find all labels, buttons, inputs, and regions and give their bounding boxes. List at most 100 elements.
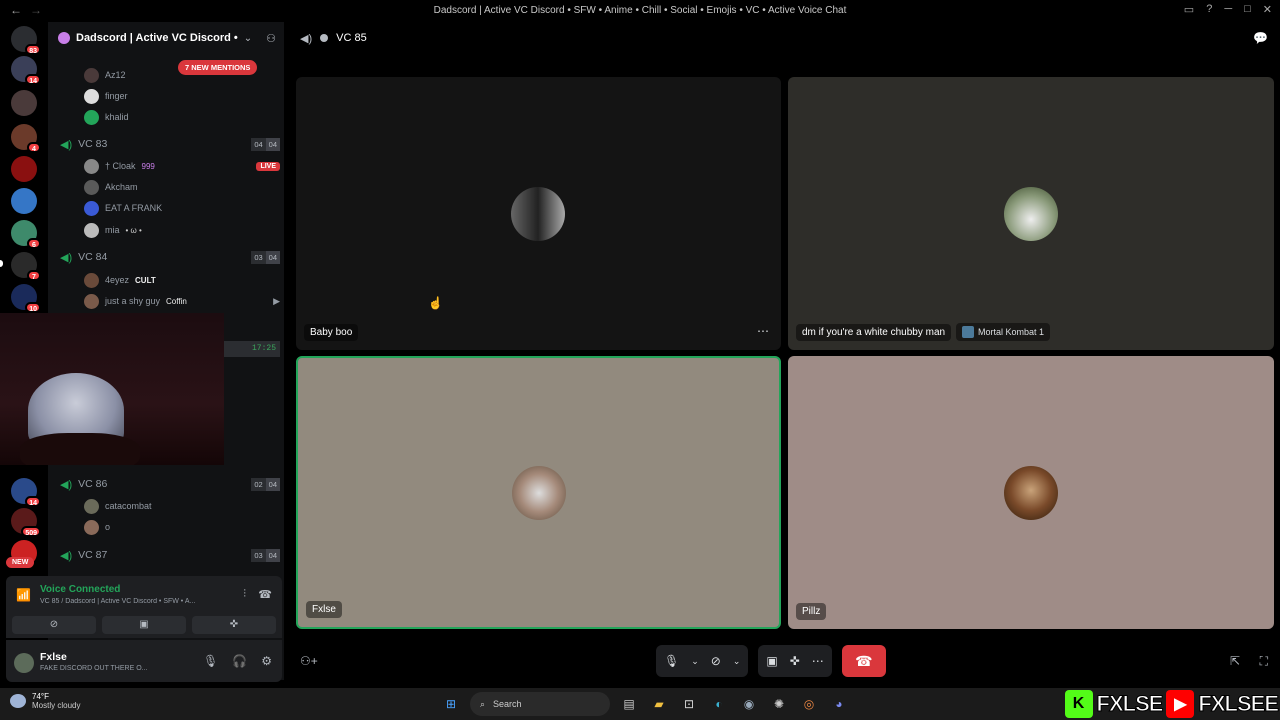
camera-off-icon[interactable]: ⊘ [711, 654, 721, 668]
voice-user[interactable]: Az12 [84, 66, 280, 84]
voice-status: Voice Connected [40, 584, 121, 595]
user-count: 04 04 [251, 137, 280, 151]
more-icon[interactable]: ⋯ [812, 654, 824, 668]
gear-icon[interactable]: ⚙ [261, 654, 272, 668]
voice-channel-vc84[interactable]: ◀) VC 84 03 04 [60, 248, 280, 266]
streamer-branding: K FXLSE ▶ FXLSEE [1064, 688, 1280, 720]
server-icon[interactable]: 14 [11, 478, 41, 507]
taskbar-search[interactable]: ⌕ Search [470, 692, 610, 716]
microphone-icon[interactable]: 🎙 [664, 654, 679, 668]
cloudy-icon [10, 694, 26, 708]
server-header[interactable]: Dadscord | Active VC Discord • SF... ⌄ ⚇ [48, 22, 284, 54]
avatar[interactable] [14, 653, 34, 673]
home-discord-icon[interactable]: 83 [11, 26, 41, 55]
mic-control[interactable]: 🎙 ⌄ ⊘ ⌄ [656, 645, 749, 677]
participant-tile-baby-boo[interactable]: Baby boo ⋯ [296, 77, 781, 350]
app-icon[interactable]: ✺ [768, 693, 790, 715]
server-icon[interactable] [11, 90, 37, 116]
voice-user[interactable]: EAT A FRANK [84, 199, 280, 217]
server-icon[interactable] [11, 156, 37, 182]
game-icon [962, 326, 974, 338]
webcam-overlay [0, 313, 224, 465]
discord-icon[interactable]: ◕ [828, 693, 850, 715]
minimize-icon[interactable]: ─ [1224, 3, 1232, 16]
voice-channel-vc83[interactable]: ◀) VC 83 04 04 [60, 135, 280, 153]
youtube-username: FXLSEE [1198, 691, 1280, 717]
fullscreen-icon[interactable]: ⛶ [1260, 654, 1268, 669]
add-member-icon[interactable]: ⚇ [266, 32, 276, 45]
more-options-icon[interactable]: ⋯ [757, 324, 769, 338]
noise-suppression-icon[interactable]: ⫶ [243, 588, 246, 601]
windows-start-icon[interactable]: ⊞ [440, 693, 462, 715]
chat-icon[interactable]: 💬 [1253, 31, 1268, 45]
chevron-down-icon[interactable]: ⌄ [733, 656, 741, 667]
microphone-icon[interactable]: 🎙 [203, 654, 218, 668]
weather-condition: Mostly cloudy [32, 701, 81, 710]
chrome-icon[interactable]: ◎ [798, 693, 820, 715]
avatar [1004, 466, 1058, 520]
avatar [511, 187, 565, 241]
signal-icon[interactable]: 📶 [16, 588, 31, 602]
inbox-icon[interactable]: ▭ [1184, 3, 1194, 16]
disconnect-icon[interactable]: ☎ [258, 588, 272, 601]
voice-user[interactable]: finger [84, 87, 280, 105]
avatar [1004, 187, 1058, 241]
steam-icon[interactable]: ◉ [738, 693, 760, 715]
voice-user[interactable]: mia • ω • [84, 221, 280, 239]
maximize-icon[interactable]: □ [1244, 3, 1251, 16]
voice-user[interactable]: khalid [84, 108, 280, 126]
server-icon[interactable]: 10 [11, 284, 41, 313]
camera-button[interactable]: ⊘ [12, 616, 96, 634]
chevron-down-icon[interactable]: ⌄ [691, 656, 699, 667]
participant-tile-pillz[interactable]: Pillz [788, 356, 1274, 629]
server-icon[interactable]: 14 [11, 56, 41, 85]
participant-tile-chubby[interactable]: dm if you're a white chubby man Mortal K… [788, 77, 1274, 350]
user-status: FAKE DISCORD OUT THERE O... [40, 665, 148, 672]
screen-share-icon[interactable]: ▣ [766, 654, 777, 668]
avatar [84, 158, 99, 174]
voice-channel-path[interactable]: VC 85 / Dadscord | Active VC Discord • S… [40, 598, 225, 605]
headphones-icon[interactable]: 🎧 [232, 654, 247, 668]
speaker-icon: ◀) [60, 478, 73, 491]
voice-user[interactable]: † Cloak 999 LIVE [84, 157, 280, 175]
participant-tile-fxlse[interactable]: Fxlse [296, 356, 781, 629]
voice-user[interactable]: just a shy guy Coffin ▶ [84, 292, 280, 310]
chevron-down-icon[interactable]: ⌄ [244, 33, 252, 44]
voice-user[interactable]: o [84, 518, 280, 536]
file-explorer-icon[interactable]: ▰ [648, 693, 670, 715]
server-guild-icon [58, 32, 70, 44]
kick-username: FXLSE [1096, 691, 1164, 717]
server-icon[interactable]: 509 [11, 508, 41, 537]
voice-user[interactable]: Akcham [84, 178, 280, 196]
avatar [512, 466, 566, 520]
server-icon[interactable]: 4 [11, 124, 41, 153]
disconnect-button[interactable]: ☎ [841, 645, 886, 677]
activities-button[interactable]: ✜ [192, 616, 276, 634]
voice-channel-vc86[interactable]: ◀) VC 86 02 04 [60, 475, 280, 493]
voice-channel-vc87[interactable]: ◀) VC 87 03 04 [60, 546, 280, 564]
store-icon[interactable]: ⊡ [678, 693, 700, 715]
voice-user[interactable]: catacombat [84, 497, 280, 515]
avatar [84, 200, 99, 216]
voice-connected-panel: 📶 Voice Connected VC 85 / Dadscord | Act… [6, 576, 282, 638]
invite-people-icon[interactable]: ⚇+ [300, 654, 318, 668]
temperature: 74°F [32, 692, 49, 701]
call-header: ◀) VC 85 💬 [284, 22, 1280, 54]
screen-share-button[interactable]: ▣ [102, 616, 186, 634]
speaker-icon: ◀) [60, 138, 73, 151]
user-panel: Fxlse FAKE DISCORD OUT THERE O... 🎙 🎧 ⚙ [6, 640, 282, 682]
activities-icon[interactable]: ✜ [790, 654, 800, 668]
help-icon[interactable]: ? [1206, 3, 1212, 16]
close-icon[interactable]: ✕ [1263, 3, 1272, 16]
share-controls[interactable]: ▣ ✜ ⋯ [758, 645, 832, 677]
server-icon[interactable]: 6 [11, 220, 41, 249]
task-view-icon[interactable]: ▤ [618, 693, 640, 715]
popout-icon[interactable]: ⇱ [1230, 654, 1240, 668]
voice-user[interactable]: 4eyez CULT [84, 271, 280, 289]
edge-icon[interactable]: ◐ [708, 693, 730, 715]
server-icon[interactable]: 7 [11, 252, 41, 281]
server-icon[interactable] [11, 188, 37, 214]
channel-name: VC 85 [336, 32, 367, 44]
weather-widget[interactable]: 74°F Mostly cloudy [10, 692, 80, 710]
avatar [84, 519, 99, 535]
